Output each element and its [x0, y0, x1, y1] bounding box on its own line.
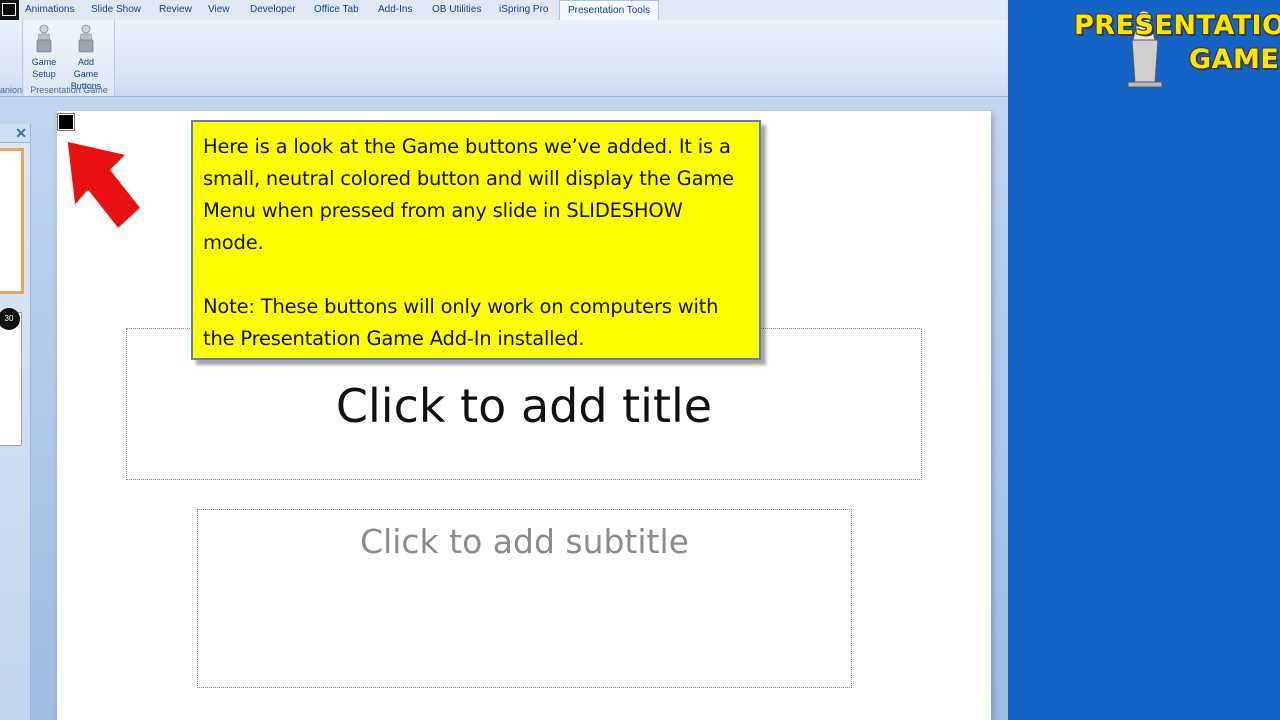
tab-office-tab[interactable]: Office Tab	[314, 0, 359, 20]
subtitle-placeholder[interactable]: Click to add subtitle	[197, 509, 852, 688]
add-game-buttons-label-1: Add Game	[73, 57, 99, 79]
brand-title-line2: GAME	[1189, 44, 1280, 75]
ribbon: anion Game Setup Add Game Buttons Presen…	[0, 20, 1008, 97]
title-placeholder-text: Click to add title	[335, 379, 713, 433]
game-setup-label-2: Setup	[32, 69, 56, 79]
ribbon-group-left-label: anion	[0, 85, 23, 95]
presenter-icon	[78, 24, 94, 53]
game-setup-button[interactable]: Game Setup	[24, 24, 64, 80]
game-setup-label-1: Game	[31, 57, 57, 67]
ribbon-group-left: anion	[0, 20, 23, 96]
slide-thumbnail[interactable]	[0, 312, 22, 446]
callout-paragraph-1: Here is a look at the Game buttons we’ve…	[203, 135, 734, 254]
slides-panel-header: ✕	[0, 124, 30, 143]
slide-thumbnail-selected[interactable]	[0, 148, 24, 294]
ribbon-group-label: Presentation Game	[30, 85, 108, 95]
tab-animations[interactable]: Animations	[25, 0, 74, 20]
tab-view[interactable]: View	[208, 0, 230, 20]
tab-ispring-pro[interactable]: iSpring Pro	[499, 0, 548, 20]
ribbon-group-presentation-game: Game Setup Add Game Buttons Presentation…	[24, 20, 115, 96]
brand-title-line1: PRESENTATION	[1074, 10, 1280, 41]
ribbon-tab-strip: Animations Slide Show Review View Develo…	[0, 0, 1008, 21]
tab-presentation-tools[interactable]: Presentation Tools	[559, 0, 660, 20]
callout-box: Here is a look at the Game buttons we’ve…	[191, 120, 761, 360]
slides-panel: ✕ 30	[0, 124, 31, 720]
tab-add-ins[interactable]: Add-Ins	[378, 0, 412, 20]
presenter-icon	[36, 24, 52, 53]
add-game-buttons-button[interactable]: Add Game Buttons	[66, 24, 106, 92]
close-icon[interactable]: ✕	[15, 124, 27, 142]
callout-paragraph-2: Note: These buttons will only work on co…	[203, 295, 719, 350]
tab-slide-show[interactable]: Slide Show	[91, 0, 141, 20]
tab-review[interactable]: Review	[159, 0, 192, 20]
powerpoint-window: Animations Slide Show Review View Develo…	[0, 0, 1008, 720]
game-button-square[interactable]	[57, 113, 75, 131]
brand-panel	[1008, 0, 1280, 720]
quick-access-icon[interactable]	[0, 0, 20, 20]
tab-developer[interactable]: Developer	[250, 0, 296, 20]
red-arrow-icon	[64, 138, 144, 232]
subtitle-placeholder-text: Click to add subtitle	[360, 522, 689, 561]
tab-ob-utilities[interactable]: OB Utilities	[432, 0, 481, 20]
